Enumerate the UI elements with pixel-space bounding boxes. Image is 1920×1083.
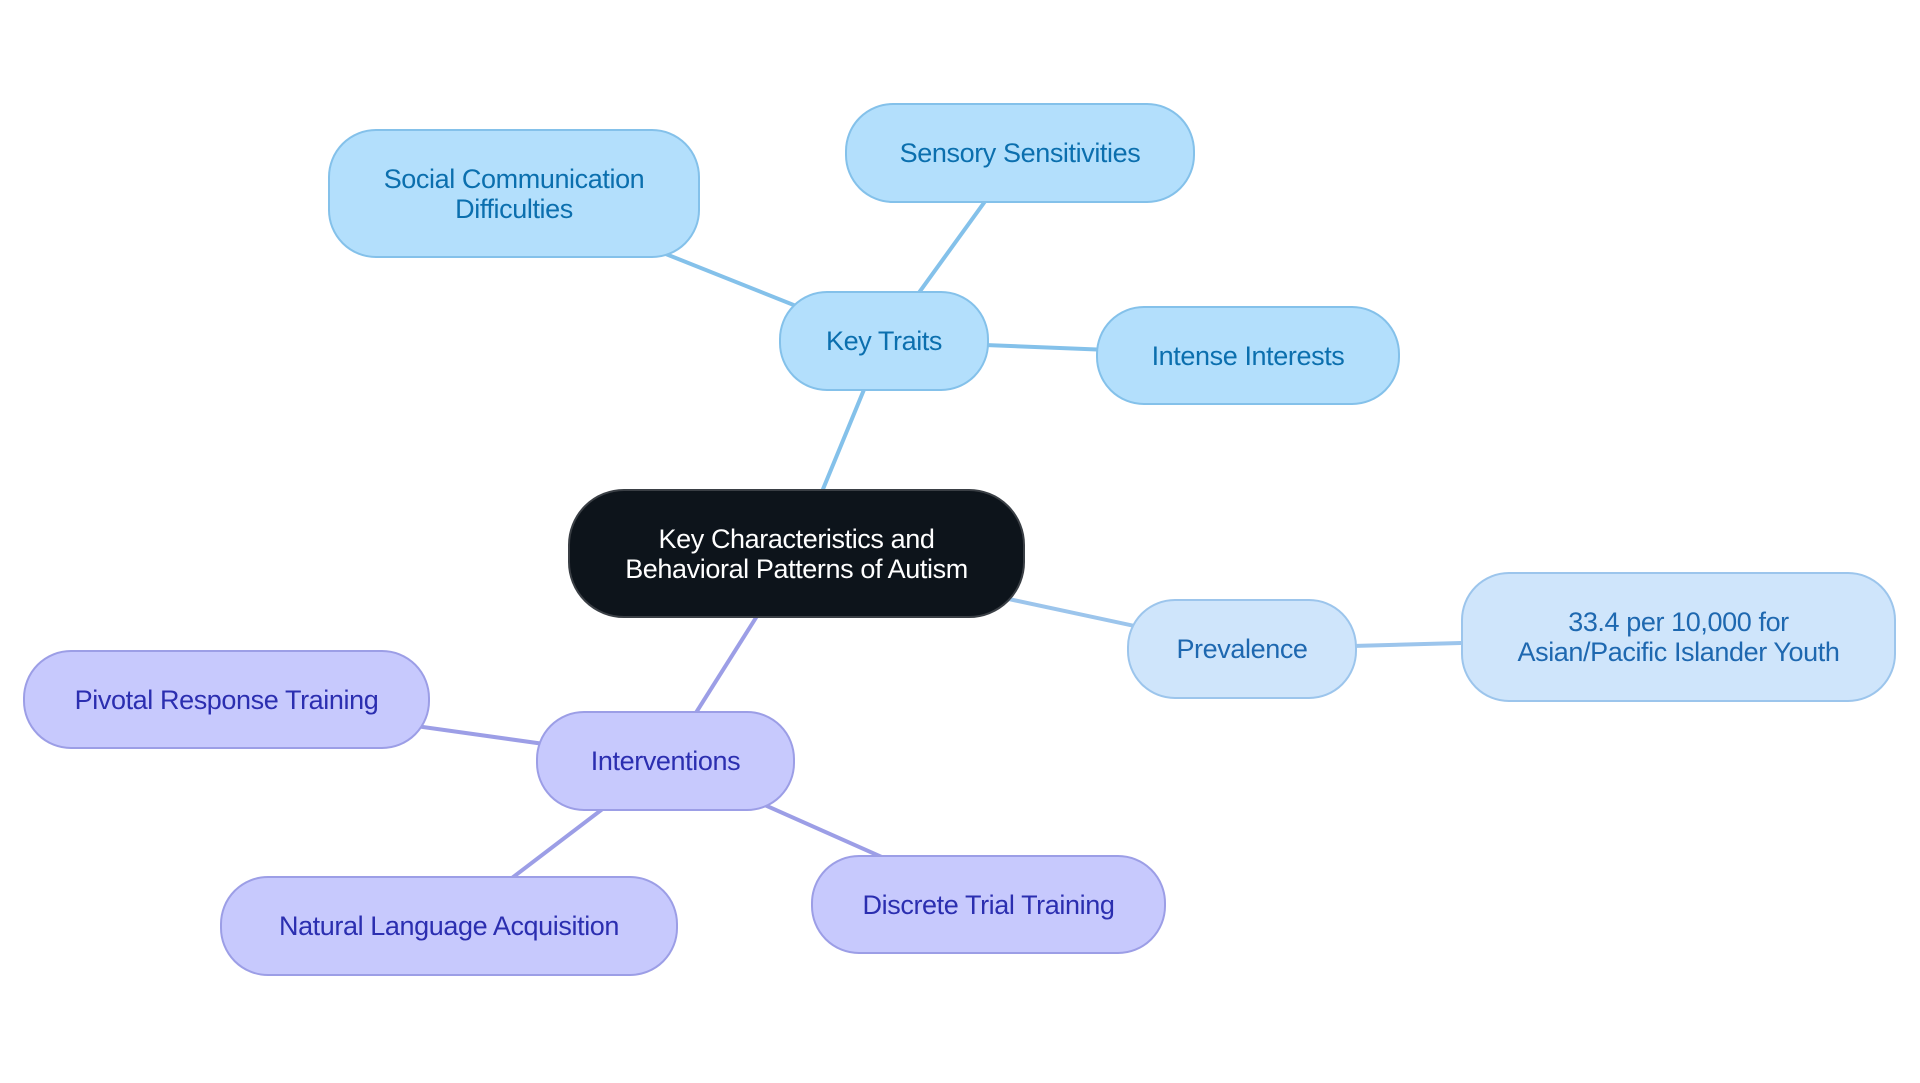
branch-node-prevalence[interactable]: Prevalence [1127,599,1357,699]
leaf-node-pivotal-response-training[interactable]: Pivotal Response Training [23,650,430,749]
leaf-node-natural-language-acquisition[interactable]: Natural Language Acquisition [220,876,678,976]
leaf-node-label: Natural Language Acquisition [278,911,620,941]
branch-node-label: Interventions [590,746,741,776]
leaf-node-sensory-sensitivities[interactable]: Sensory Sensitivities [845,103,1195,203]
root-node-label: Key Characteristics and Behavioral Patte… [625,523,968,584]
root-node[interactable]: Key Characteristics and Behavioral Patte… [568,489,1025,618]
leaf-node-label: Discrete Trial Training [862,889,1115,920]
leaf-node-prevalence-rate[interactable]: 33.4 per 10,000 for Asian/Pacific Island… [1461,572,1896,702]
branch-node-key-traits[interactable]: Key Traits [779,291,989,391]
leaf-node-label: 33.4 per 10,000 for Asian/Pacific Island… [1517,607,1840,667]
branch-node-interventions[interactable]: Interventions [536,711,795,811]
leaf-node-label: Sensory Sensitivities [899,138,1141,168]
branch-node-label: Prevalence [1176,634,1308,664]
branch-node-label: Key Traits [825,326,943,356]
leaf-node-label: Pivotal Response Training [74,684,379,715]
leaf-node-discrete-trial-training[interactable]: Discrete Trial Training [811,855,1166,954]
leaf-node-label: Social Communication Difficulties [383,163,645,224]
leaf-node-label: Intense Interests [1151,340,1345,371]
leaf-node-intense-interests[interactable]: Intense Interests [1096,306,1400,405]
leaf-node-social-communication[interactable]: Social Communication Difficulties [328,129,700,258]
